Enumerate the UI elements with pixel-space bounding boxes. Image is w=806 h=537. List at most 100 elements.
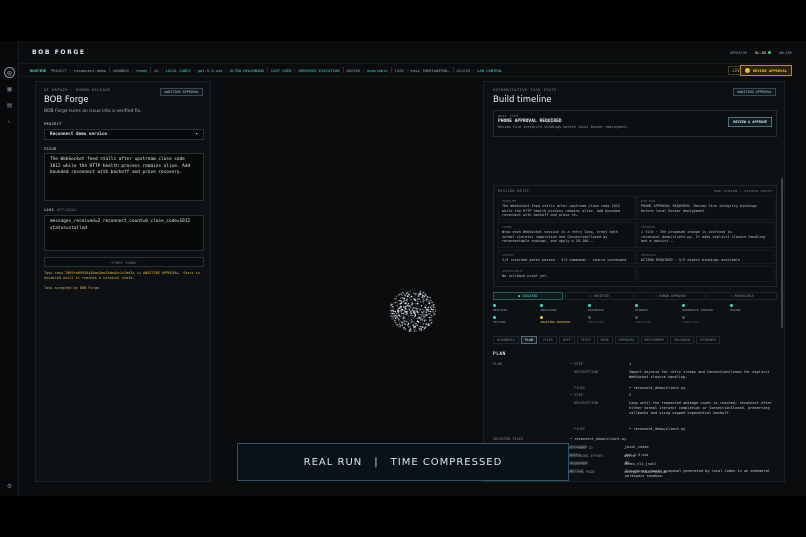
step-status-icon bbox=[682, 304, 686, 307]
issue-textarea[interactable]: The WebSocket feed stalls after upstream… bbox=[44, 153, 204, 201]
tab-tests[interactable]: TESTS bbox=[576, 336, 595, 344]
review-approve-button[interactable]: REVIEW & APPROVE bbox=[728, 117, 772, 127]
brand-title: BOB FORGE bbox=[32, 49, 86, 56]
mission-brief: MISSION BRIEF ONE SCREEN · SERVER TRUTH … bbox=[493, 185, 777, 287]
chevron-down-icon: ▾ bbox=[195, 132, 198, 137]
operator-value: BL-88 bbox=[755, 51, 772, 55]
online-label: ONLINE bbox=[779, 51, 792, 55]
activity-visualization bbox=[389, 290, 437, 333]
page-title: BOB Forge bbox=[44, 95, 89, 105]
stage-reversible[interactable]: ○ REVERSIBLE bbox=[707, 292, 777, 300]
status-ai: AI · LOCAL CODEX · gpt-5.5-xai · ULTRA R… bbox=[154, 67, 264, 73]
pipeline-step: AWAITING APPROVAL bbox=[540, 316, 587, 324]
tab-approval[interactable]: APPROVAL bbox=[614, 336, 639, 344]
brief-reversible: REVERSIBLE No rollback proof yet. bbox=[498, 266, 636, 282]
brief-bob-now: BOB NOW PHONE APPROVAL REQUIRED. Review f… bbox=[637, 196, 775, 220]
status-task: TASK · task_7069fa05936… bbox=[394, 67, 450, 73]
app-window: ◎ ▦ ▤ ⌞ ⚙ BOB FORGE OPERATOR BL-88 ONLIN… bbox=[0, 41, 806, 496]
plan-label: PLAN bbox=[493, 362, 502, 366]
layers-icon[interactable]: ▤ bbox=[4, 100, 15, 111]
runtime-status-bar: RUNTIME PROJECT · reconnect-demo SANDBOX… bbox=[19, 63, 791, 77]
log-awaiting-approval: Task task_7069fa05936440aa3ae25abd4c1c2d… bbox=[44, 271, 200, 280]
status-sandbox: SANDBOX · ready bbox=[112, 67, 148, 73]
panel-scrollbar[interactable] bbox=[781, 178, 783, 328]
status-execution: CAST USED · OBSERVED EXECUTION bbox=[270, 67, 340, 73]
start-forge-button[interactable]: START FORGE bbox=[44, 257, 204, 267]
step-status-icon bbox=[682, 316, 686, 319]
left-rail: ◎ ▦ ▤ ⌞ ⚙ bbox=[0, 41, 19, 496]
settings-icon[interactable]: ⚙ bbox=[4, 481, 15, 492]
pipeline-step: CODING bbox=[729, 304, 777, 312]
header-status: OPERATOR BL-88 ONLINE bbox=[730, 51, 792, 55]
assurance-stages: ● ISOLATED ○ VERIFIED ○ HUMAN APPROVED ○… bbox=[493, 292, 777, 300]
status-project: PROJECT · reconnect-demo bbox=[51, 67, 106, 73]
brief-changed: CHANGED 1 file · The proposed change is c… bbox=[637, 222, 775, 248]
pipeline-step: VERIFYING bbox=[634, 316, 682, 324]
step-status-icon bbox=[540, 316, 544, 319]
review-approval-button[interactable]: REVIEW APPROVAL bbox=[739, 65, 792, 76]
tab-plan[interactable]: PLAN bbox=[520, 336, 537, 344]
brief-subtitle: ONE SCREEN · SERVER TRUTH bbox=[714, 189, 772, 193]
description-2-value: Loop until the requested message count i… bbox=[629, 401, 772, 415]
online-dot-icon bbox=[768, 51, 772, 54]
status-docker: DOCKER · available bbox=[346, 67, 388, 73]
tab-diagnosis[interactable]: DIAGNOSIS bbox=[493, 336, 519, 344]
step-1-value: 1 bbox=[629, 362, 632, 366]
pipeline-step: DIAGNOSED bbox=[587, 304, 635, 312]
step-status-icon bbox=[729, 304, 733, 307]
tab-diff[interactable]: DIFF bbox=[558, 336, 575, 344]
project-select[interactable]: Reconnect demo service ▾ bbox=[44, 129, 204, 140]
target-icon[interactable]: ◎ bbox=[4, 67, 15, 78]
transport-key: TRANSPORT bbox=[569, 462, 589, 466]
timeline-status-badge: AWAITING APPROVAL bbox=[733, 88, 776, 96]
brief-title: MISSION BRIEF bbox=[498, 189, 530, 193]
brief-problem: PROBLEM The WebSocket feed stalls after u… bbox=[498, 196, 636, 220]
banner-separator: | bbox=[374, 456, 379, 468]
grid-icon[interactable]: ▦ bbox=[4, 84, 15, 95]
description-1-key: DESCRIPTION bbox=[574, 370, 598, 374]
brief-found: FOUND Wrap each WebSocket session in a re… bbox=[498, 222, 636, 248]
plan-heading: PLAN bbox=[493, 352, 506, 357]
step-2-value: 2 bbox=[629, 393, 632, 397]
step-status-icon bbox=[587, 304, 591, 307]
chart-icon[interactable]: ⌞ bbox=[4, 115, 15, 126]
pipeline-step: WORKSPACE CREATED bbox=[682, 304, 729, 312]
runtime-label: RUNTIME bbox=[30, 67, 47, 73]
tab-deployment[interactable]: DEPLOYMENT bbox=[640, 336, 669, 344]
issue-label: ISSUE bbox=[44, 147, 57, 151]
step-2-key: • STEP bbox=[570, 393, 583, 397]
tab-risk[interactable]: RISK bbox=[596, 336, 613, 344]
files-2-key: FILES bbox=[574, 427, 585, 431]
timeline-eyebrow: AUTHORITATIVE TASK STATE bbox=[493, 88, 557, 92]
timeline-title: Build timeline bbox=[493, 95, 552, 105]
pipeline-step: ANALYZING bbox=[540, 304, 587, 312]
timeline-panel: AUTHORITATIVE TASK STATE AWAITING APPROV… bbox=[483, 81, 785, 482]
step-status-icon bbox=[634, 316, 638, 319]
detail-tabs: DIAGNOSIS PLAN FILES DIFF TESTS RISK APPROVAL D… bbox=[493, 336, 721, 344]
stage-verified[interactable]: ○ VERIFIED bbox=[564, 292, 634, 300]
description-1-value: Import asyncio for retry sleeps and Conn… bbox=[629, 370, 770, 379]
tab-evidence[interactable]: EVIDENCE bbox=[696, 336, 721, 344]
step-status-icon bbox=[540, 304, 544, 307]
banner-time-compressed: TIME COMPRESSED bbox=[390, 456, 503, 468]
alert-icon bbox=[744, 68, 750, 73]
pipeline-step: TESTING bbox=[493, 316, 540, 324]
step-status-icon bbox=[493, 304, 496, 307]
reasoning-key: REASONING EFFORT bbox=[569, 454, 604, 458]
tab-rollback[interactable]: ROLLBACK bbox=[670, 336, 695, 344]
provider-value: local_codex bbox=[625, 445, 649, 449]
selected-files-key: SELECTED FILES bbox=[493, 437, 524, 441]
stage-human-approved[interactable]: ○ HUMAN APPROVED bbox=[636, 292, 706, 300]
tab-files[interactable]: FILES bbox=[538, 336, 557, 344]
step-status-icon bbox=[634, 304, 638, 307]
brief-checks: CHECKS 3/3 recorded gates passed · 3/3 co… bbox=[498, 250, 636, 264]
pipeline-step: COMPLETED bbox=[682, 316, 729, 324]
response-id-key: RESPONSE ID bbox=[569, 446, 593, 450]
response-id-value: — bbox=[624, 446, 627, 450]
forge-panel: AI REPAIR · HUMAN RELEASE AWAITING APPRO… bbox=[35, 81, 211, 482]
operator-label: OPERATOR bbox=[729, 51, 748, 55]
selected-files-value: • reconnect_demo/client.py bbox=[570, 437, 627, 441]
logs-textarea[interactable]: messages_received=2 reconnect_count=0 cl… bbox=[44, 215, 204, 251]
stage-isolated[interactable]: ● ISOLATED bbox=[493, 292, 563, 300]
run-mode-banner: REAL RUN | TIME COMPRESSED bbox=[237, 443, 569, 481]
